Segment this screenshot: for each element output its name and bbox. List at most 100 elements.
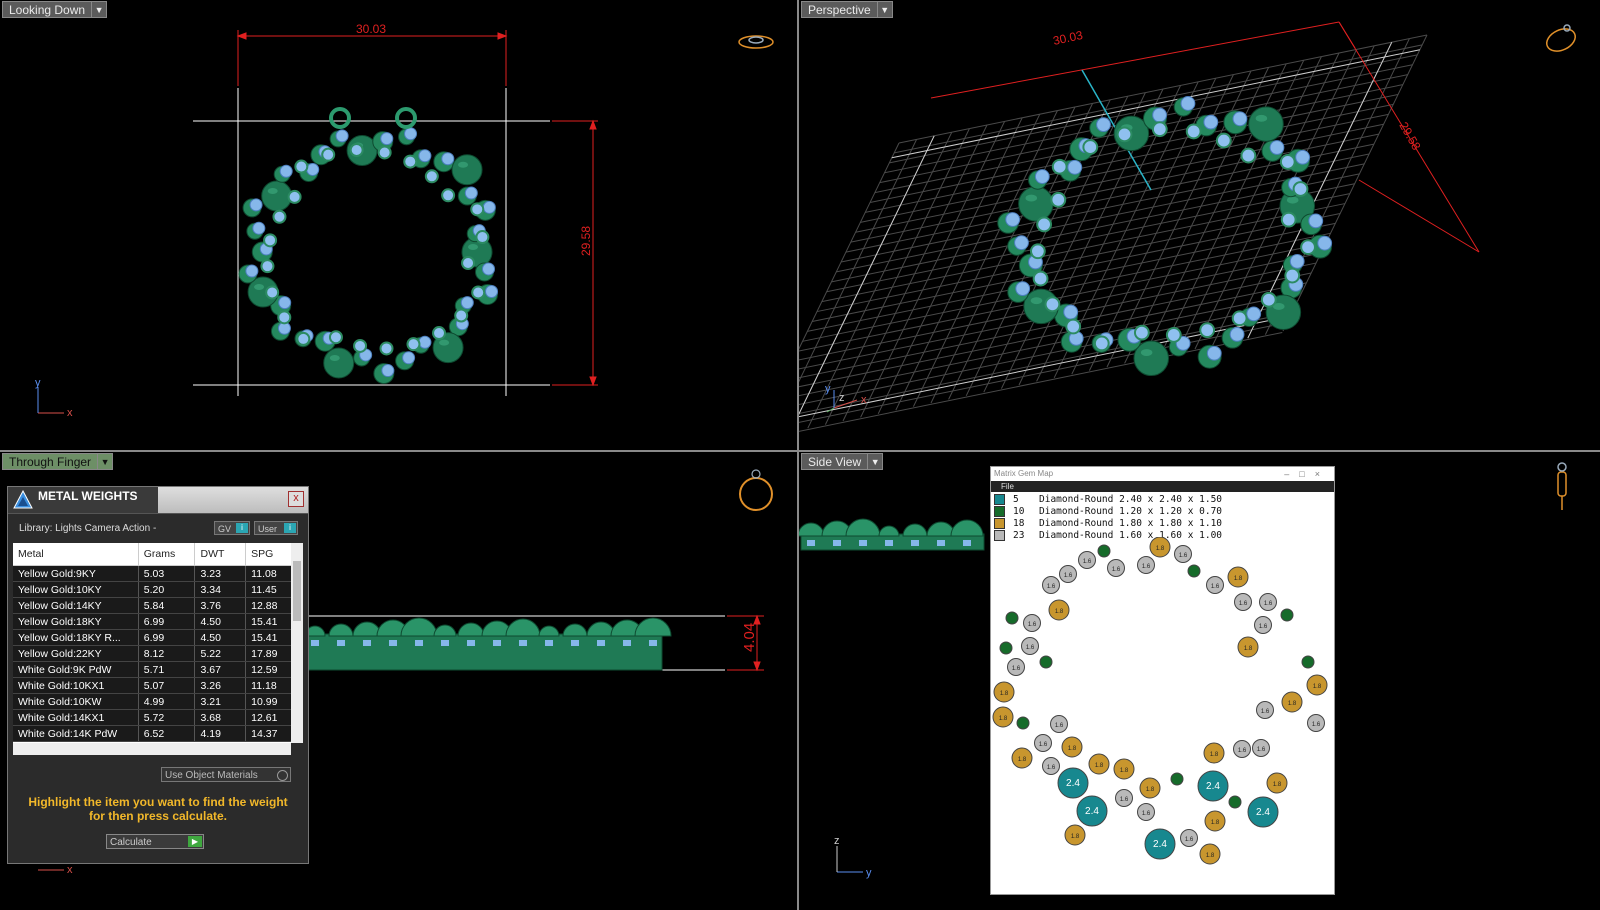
gem-marker[interactable] bbox=[1280, 608, 1294, 622]
table-row[interactable]: Yellow Gold:22KY 8.12 5.22 17.89 bbox=[13, 645, 293, 662]
wreath-model-side[interactable] bbox=[304, 617, 672, 671]
viewport-divider-vertical[interactable] bbox=[797, 0, 799, 910]
table-row[interactable]: White Gold:14K PdW 6.52 4.19 14.37 bbox=[13, 725, 293, 742]
gem-size-label: 1.6 bbox=[1264, 601, 1273, 607]
wreath-model-top[interactable] bbox=[238, 127, 499, 385]
table-row[interactable]: White Gold:10KX1 5.07 3.26 11.18 bbox=[13, 677, 293, 694]
diamond-stone bbox=[249, 198, 263, 212]
gem-size-label: 1.6 bbox=[1047, 584, 1056, 590]
chevron-down-icon[interactable]: ▼ bbox=[98, 453, 114, 470]
gem-large bbox=[1018, 186, 1054, 222]
gem-size-label: 1.6 bbox=[1179, 553, 1188, 559]
legend-count: 10 bbox=[1013, 505, 1025, 517]
gem-size-label: 1.6 bbox=[1039, 742, 1048, 748]
gem-marker[interactable] bbox=[1005, 611, 1019, 625]
legend-count: 5 bbox=[1013, 493, 1019, 505]
table-row[interactable]: Yellow Gold:10KY 5.20 3.34 11.45 bbox=[13, 581, 293, 598]
ring-orientation-icon[interactable] bbox=[739, 469, 773, 511]
gem-size-label: 1.8 bbox=[1210, 752, 1219, 758]
chevron-down-icon[interactable]: ▼ bbox=[877, 1, 893, 18]
diamond-stone bbox=[380, 132, 394, 146]
table-row[interactable]: Yellow Gold:9KY 5.03 3.23 11.08 bbox=[13, 565, 293, 582]
menu-file[interactable]: File bbox=[991, 481, 1334, 492]
table-row[interactable]: Yellow Gold:18KY R... 6.99 4.50 15.41 bbox=[13, 629, 293, 646]
scrollbar-thumb[interactable] bbox=[293, 561, 301, 621]
window-controls-icon[interactable]: –□× bbox=[1284, 467, 1330, 481]
gem-size-label: 1.6 bbox=[1047, 765, 1056, 771]
viewport-perspective[interactable]: Perspective ▼ 30.03 29.58 x y z bbox=[799, 0, 1600, 450]
table-row[interactable]: White Gold:10KW 4.99 3.21 10.99 bbox=[13, 693, 293, 710]
table-row[interactable]: White Gold:9K PdW 5.71 3.67 12.59 bbox=[13, 661, 293, 678]
matrix-logo-icon bbox=[13, 490, 33, 509]
column-header-dwt[interactable]: DWT bbox=[194, 543, 247, 566]
wreath-model-side[interactable] bbox=[799, 518, 985, 551]
table-vertical-scrollbar[interactable] bbox=[291, 543, 303, 743]
viewport-menu-through-finger[interactable]: Through Finger ▼ bbox=[2, 453, 114, 470]
chevron-down-icon[interactable]: ▼ bbox=[92, 1, 108, 18]
gem-marker[interactable] bbox=[1170, 772, 1184, 786]
diamond-stone bbox=[353, 338, 368, 353]
gem-marker[interactable] bbox=[1039, 655, 1053, 669]
diamond-stone bbox=[377, 145, 392, 160]
close-button[interactable]: x bbox=[288, 491, 304, 507]
table-cell: 3.21 bbox=[194, 693, 247, 710]
gem-map-titlebar[interactable]: Matrix Gem Map –□× bbox=[991, 467, 1334, 481]
column-header-spg[interactable]: SPG bbox=[245, 543, 293, 566]
gem-marker[interactable] bbox=[1016, 716, 1030, 730]
gem-marker[interactable] bbox=[1097, 544, 1111, 558]
table-cell: White Gold:14K PdW bbox=[13, 725, 139, 742]
user-button[interactable]: User i bbox=[254, 521, 298, 535]
table-cell: 11.18 bbox=[245, 677, 293, 694]
viewport-menu-side-view[interactable]: Side View ▼ bbox=[801, 453, 884, 470]
diamond-stone bbox=[432, 326, 447, 341]
legend-entry: 18 Diamond-Round 1.80 x 1.80 x 1.10 bbox=[994, 517, 1334, 529]
metal-weights-table[interactable]: Metal Grams DWT SPG Yellow Gold:9KY 5.03 3… bbox=[13, 543, 303, 743]
bail-ring bbox=[329, 107, 351, 129]
column-header-grams[interactable]: Grams bbox=[138, 543, 196, 566]
table-cell: 5.71 bbox=[138, 661, 196, 678]
gem-marker[interactable] bbox=[999, 641, 1013, 655]
diamond-stone bbox=[1215, 132, 1232, 149]
metal-weights-titlebar[interactable]: METAL WEIGHTS x bbox=[8, 487, 308, 514]
viewport-label: Perspective bbox=[801, 1, 878, 18]
gem-large bbox=[323, 347, 355, 379]
chevron-down-icon[interactable]: ▼ bbox=[868, 453, 884, 470]
viewport-looking-down[interactable]: Looking Down ▼ 30.03 29.58 x y bbox=[0, 0, 797, 450]
diamond-stone bbox=[1300, 239, 1316, 256]
ring-orientation-icon[interactable] bbox=[1557, 462, 1567, 510]
diamond-stone bbox=[1229, 326, 1245, 342]
ring-orientation-icon[interactable] bbox=[738, 35, 774, 49]
table-row[interactable]: Yellow Gold:18KY 6.99 4.50 15.41 bbox=[13, 613, 293, 630]
calculate-button[interactable]: Calculate ▶ bbox=[106, 834, 204, 849]
user-button-label: User bbox=[258, 524, 278, 534]
viewport-menu-looking-down[interactable]: Looking Down ▼ bbox=[2, 1, 108, 18]
metal-weights-panel[interactable]: METAL WEIGHTS x Library: Lights Camera A… bbox=[7, 486, 309, 864]
table-cell: Yellow Gold:10KY bbox=[13, 581, 139, 598]
viewport-divider-horizontal[interactable] bbox=[0, 450, 1600, 452]
ring-orientation-icon[interactable] bbox=[1543, 24, 1579, 56]
diamond-stone bbox=[937, 540, 945, 546]
viewport-menu-perspective[interactable]: Perspective ▼ bbox=[801, 1, 893, 18]
gem-marker[interactable] bbox=[1301, 655, 1315, 669]
diamond-stone bbox=[296, 331, 311, 346]
table-horizontal-scrollbar[interactable] bbox=[13, 743, 291, 755]
diamond-stone bbox=[278, 296, 292, 310]
gem-size-label: 1.6 bbox=[1120, 797, 1129, 803]
gem-size-label: 1.8 bbox=[1146, 787, 1155, 793]
table-row[interactable]: Yellow Gold:14KY 5.84 3.76 12.88 bbox=[13, 597, 293, 614]
gv-button[interactable]: GV i bbox=[214, 521, 250, 535]
gem-size-label: 1.6 bbox=[1142, 564, 1151, 570]
diamond-stone bbox=[1231, 310, 1248, 327]
gem-map-canvas: 1.8 1.6 1.6 1.6 1.6 1.6 1.6 1.8 1.6 1.8 1.6 1.6 1.6 1… bbox=[992, 537, 1328, 865]
diamond-stone bbox=[337, 640, 345, 646]
gem-map-window[interactable]: Matrix Gem Map –□× File 5 Diamond-Round 2… bbox=[990, 466, 1335, 895]
table-cell: 5.07 bbox=[138, 677, 196, 694]
column-header-metal[interactable]: Metal bbox=[13, 543, 139, 566]
table-row[interactable]: White Gold:14KX1 5.72 3.68 12.61 bbox=[13, 709, 293, 726]
gem-marker[interactable] bbox=[1187, 564, 1201, 578]
diamond-stone bbox=[287, 189, 302, 204]
diamond-stone bbox=[649, 640, 657, 646]
diamond-stone bbox=[807, 540, 815, 546]
use-object-materials-toggle[interactable]: Use Object Materials bbox=[161, 767, 291, 782]
gem-marker[interactable] bbox=[1228, 795, 1242, 809]
